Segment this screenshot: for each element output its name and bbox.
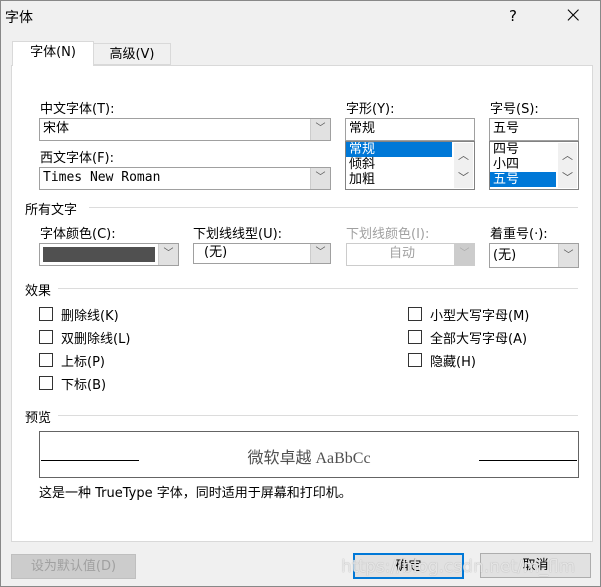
chevron-up-icon[interactable]: ︿ — [558, 147, 577, 163]
preview-description: 这是一种 TrueType 字体，同时适用于屏幕和打印机。 — [39, 486, 352, 501]
font-style-list[interactable]: 常规 倾斜 加粗 ︿ ﹀ — [345, 141, 475, 190]
chevron-down-icon[interactable]: ﹀ — [558, 244, 578, 267]
all-text-heading: 所有文字 — [25, 203, 78, 218]
scrollbar[interactable]: ︿ ﹀ — [558, 143, 577, 188]
list-item[interactable]: 四号 — [490, 142, 556, 157]
chinese-font-value: 宋体 — [43, 121, 70, 136]
hidden-checkbox[interactable] — [408, 353, 422, 367]
strikethrough-checkbox[interactable] — [39, 307, 53, 321]
western-font-label: 西文字体(F): — [40, 151, 115, 166]
chevron-down-icon[interactable]: ﹀ — [558, 169, 577, 185]
hidden-label[interactable]: 隐藏(H) — [430, 351, 476, 370]
font-color-combo[interactable]: ﹀ — [39, 243, 179, 266]
emphasis-value: (无) — [493, 248, 517, 263]
chevron-up-icon[interactable]: ︿ — [454, 147, 473, 163]
preview-heading: 预览 — [25, 411, 52, 426]
list-item[interactable]: 加粗 — [346, 172, 452, 187]
western-font-combo[interactable]: Times New Roman ﹀ — [39, 167, 331, 190]
superscript-label[interactable]: 上标(P) — [61, 351, 105, 370]
small-caps-label[interactable]: 小型大写字母(M) — [430, 305, 529, 324]
small-caps-checkbox[interactable] — [408, 307, 422, 321]
divider — [58, 415, 578, 416]
font-size-input[interactable]: 五号 — [489, 118, 579, 141]
font-size-label: 字号(S): — [490, 102, 539, 117]
subscript-checkbox[interactable] — [39, 376, 53, 390]
font-size-list[interactable]: 四号 小四 五号 ︿ ﹀ — [489, 141, 579, 190]
double-strikethrough-checkbox[interactable] — [39, 330, 53, 344]
close-button[interactable]: × — [564, 3, 582, 28]
tab-font[interactable]: 字体(N) — [12, 41, 94, 66]
font-style-label: 字形(Y): — [346, 102, 395, 117]
chevron-down-icon: ﹀ — [454, 244, 474, 265]
list-item[interactable]: 常规 — [346, 142, 452, 157]
preview-sample: 微软卓越 AaBbCc — [247, 450, 371, 467]
all-caps-checkbox[interactable] — [408, 330, 422, 344]
emphasis-combo[interactable]: (无) ﹀ — [489, 243, 579, 268]
western-font-value: Times New Roman — [43, 170, 161, 185]
watermark: https://blog.csdn.net/m_flm — [341, 557, 576, 577]
subscript-label[interactable]: 下标(B) — [61, 374, 106, 393]
window-title: 字体 — [5, 10, 33, 26]
set-default-button: 设为默认值(D) — [11, 554, 136, 579]
divider — [89, 207, 578, 208]
emphasis-label: 着重号(·): — [490, 227, 548, 242]
chevron-down-icon[interactable]: ﹀ — [454, 169, 473, 185]
chinese-font-label: 中文字体(T): — [40, 102, 115, 117]
divider — [58, 288, 578, 289]
underline-style-label: 下划线线型(U): — [193, 227, 283, 242]
effects-heading: 效果 — [25, 284, 52, 299]
chevron-down-icon[interactable]: ﹀ — [310, 168, 330, 189]
list-item[interactable]: 倾斜 — [346, 157, 452, 172]
chevron-down-icon[interactable]: ﹀ — [310, 119, 330, 140]
superscript-checkbox[interactable] — [39, 353, 53, 367]
list-item[interactable]: 五号 — [490, 172, 556, 187]
chinese-font-combo[interactable]: 宋体 ﹀ — [39, 118, 331, 141]
color-swatch — [43, 247, 155, 262]
help-button[interactable]: ? — [509, 7, 517, 25]
tab-advanced[interactable]: 高级(V) — [93, 43, 171, 65]
underline-style-combo[interactable]: (无) ﹀ — [193, 243, 331, 264]
preview-box: 微软卓越 AaBbCc — [39, 431, 579, 478]
chevron-down-icon[interactable]: ﹀ — [310, 244, 330, 263]
underline-style-value: (无) — [204, 245, 228, 260]
list-item[interactable]: 小四 — [490, 157, 556, 172]
underline-color-label: 下划线颜色(I): — [346, 227, 430, 242]
scrollbar[interactable]: ︿ ﹀ — [454, 143, 473, 188]
chevron-down-icon[interactable]: ﹀ — [158, 244, 178, 265]
underline-color-value: 自动 — [388, 246, 415, 261]
underline-color-combo: 自动 ﹀ — [346, 243, 475, 266]
double-strikethrough-label[interactable]: 双删除线(L) — [61, 328, 130, 347]
font-style-input[interactable]: 常规 — [345, 118, 475, 141]
strikethrough-label[interactable]: 删除线(K) — [61, 305, 119, 324]
font-color-label: 字体颜色(C): — [40, 227, 116, 242]
all-caps-label[interactable]: 全部大写字母(A) — [430, 328, 527, 347]
